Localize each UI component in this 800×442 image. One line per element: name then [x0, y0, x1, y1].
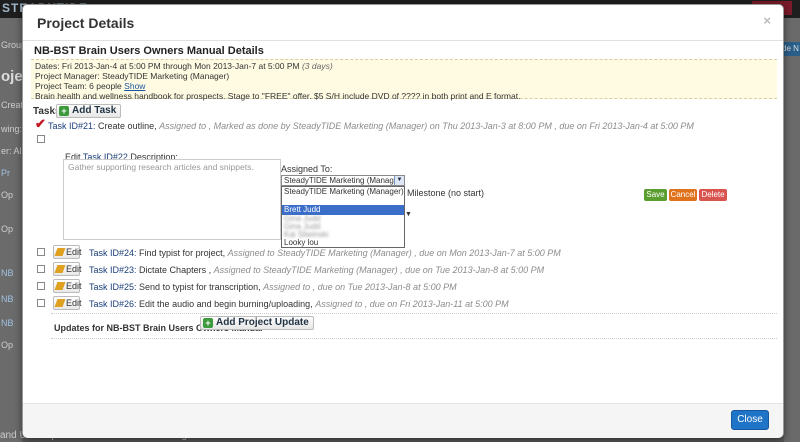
pencil-icon	[54, 282, 66, 290]
description-textarea[interactable]: Gather supporting research articles and …	[63, 159, 281, 240]
cancel-button[interactable]: Cancel	[669, 189, 697, 201]
edit-task-button[interactable]: Edit	[53, 245, 82, 259]
project-name: NB-BST Brain Users Owners Manual Details	[34, 45, 264, 57]
edit-task-button[interactable]: Edit	[53, 279, 82, 293]
project-details-modal: Project Details × NB-BST Brain Users Own…	[22, 4, 784, 438]
background-fragment: Op	[1, 340, 14, 350]
modal-footer: Close	[23, 403, 783, 438]
task-checkbox[interactable]	[37, 282, 45, 290]
background-fragment: er: Al	[1, 146, 22, 156]
modal-title: Project Details	[37, 15, 135, 31]
save-button[interactable]: Save	[644, 189, 667, 201]
task-checkbox[interactable]	[37, 265, 45, 273]
background-fragment: Op	[1, 190, 14, 200]
task-row: Task ID#23: Dictate Chapters , Assigned …	[89, 265, 545, 275]
task-row: Task ID#26: Edit the audio and begin bur…	[89, 299, 509, 309]
plus-icon: +	[203, 318, 213, 328]
background-fragment: wing:	[1, 124, 23, 134]
background-fragment: Op	[1, 224, 14, 234]
chevron-down-icon[interactable]: ▼	[405, 211, 412, 218]
assigned-to-dropdown: SteadyTIDE Marketing (Manager) Brett Jud…	[281, 186, 405, 248]
pencil-icon	[54, 299, 66, 307]
checkmark-icon: ✔	[35, 116, 46, 131]
project-info-box: Dates: Fri 2013-Jan-4 at 5:00 PM through…	[31, 59, 777, 101]
edit-task-button[interactable]: Edit	[53, 296, 82, 310]
project-dates: Dates: Fri 2013-Jan-4 at 5:00 PM through…	[35, 61, 333, 71]
task-checkbox[interactable]	[37, 248, 45, 256]
add-task-button[interactable]: + Add Task	[56, 104, 122, 118]
modal-header: Project Details ×	[23, 5, 783, 41]
chevron-down-icon[interactable]: ▼	[394, 176, 404, 185]
background-fragment: NB	[1, 318, 14, 328]
project-description: Brain health and wellness handbook for p…	[35, 91, 521, 101]
add-project-update-button[interactable]: + Add Project Update	[200, 316, 314, 330]
background-right-strip	[784, 18, 800, 442]
project-manager: Project Manager: SteadyTIDE Marketing (M…	[35, 71, 230, 81]
close-button[interactable]: Close	[731, 410, 769, 430]
divider	[51, 313, 777, 314]
divider	[51, 338, 777, 339]
background-sidebar: Groups oje Creat wing: er: Al Pr Op Op N…	[0, 18, 31, 442]
background-fragment: oje	[1, 68, 23, 85]
milestone-select[interactable]: Milestone (no start)	[407, 188, 484, 198]
pencil-icon	[54, 265, 66, 273]
dropdown-option[interactable]: Looky lou	[282, 238, 404, 248]
assigned-to-label: Assigned To:	[281, 164, 333, 174]
close-icon[interactable]: ×	[763, 13, 771, 28]
task-checkbox[interactable]	[37, 135, 45, 143]
pencil-icon	[54, 248, 66, 256]
plus-icon: +	[59, 106, 69, 116]
show-team-link[interactable]: Show	[124, 81, 145, 91]
background-fragment: Creat	[1, 100, 24, 110]
background-fragment: Pr	[1, 168, 10, 178]
background-fragment: NB	[1, 294, 14, 304]
task-row-done: Task ID#21: Create outline, Assigned to …	[48, 121, 694, 131]
delete-button[interactable]: Delete	[699, 189, 727, 201]
task-checkbox[interactable]	[37, 299, 45, 307]
edit-task-button[interactable]: Edit	[53, 262, 82, 276]
task-row: Task ID#25: Send to typist for transcrip…	[89, 282, 457, 292]
assigned-to-select[interactable]: SteadyTIDE Marketing (Manager) ▼	[281, 175, 405, 186]
background-fragment: NB	[1, 268, 14, 278]
project-team: Project Team: 6 people Show	[35, 81, 146, 91]
task-row: Task ID#24: Find typist for project, Ass…	[89, 248, 561, 258]
